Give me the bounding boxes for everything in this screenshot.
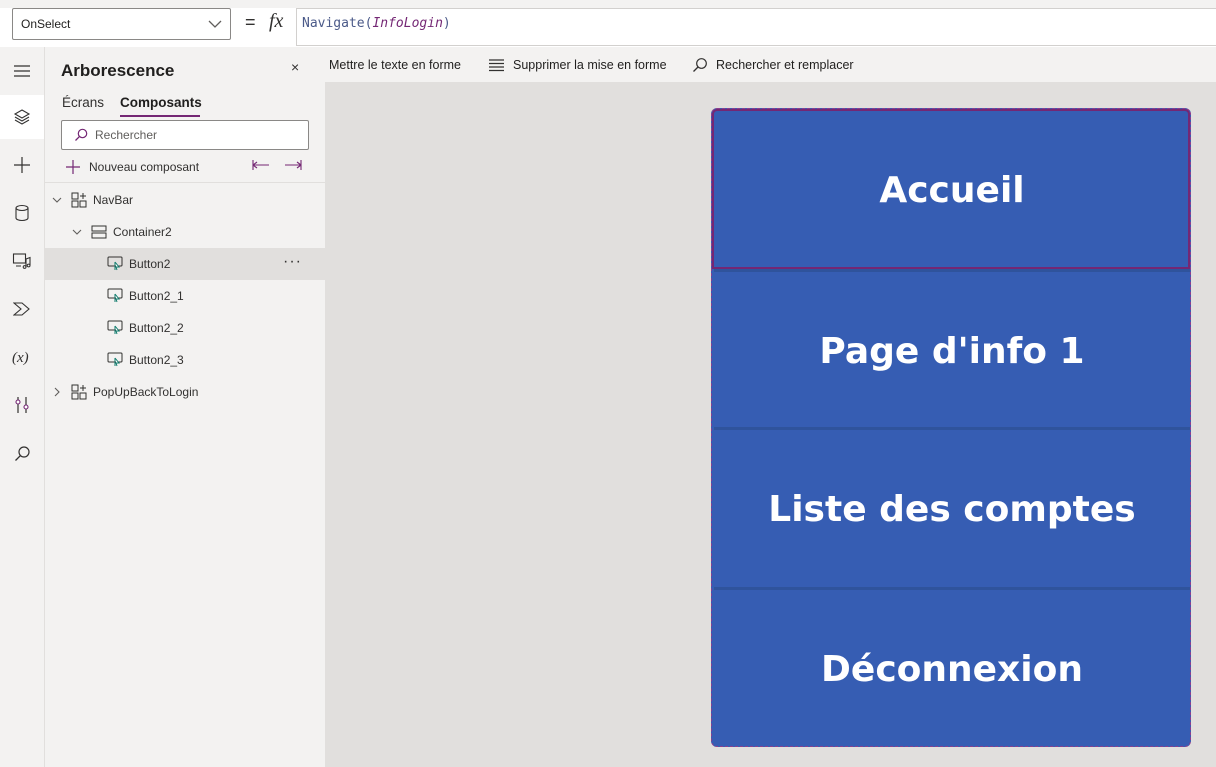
search-icon xyxy=(693,58,707,72)
power-automate-button[interactable] xyxy=(0,287,44,331)
button-icon xyxy=(107,352,123,367)
component-icon xyxy=(71,384,87,400)
tree-view-button[interactable] xyxy=(0,95,44,139)
tree-item-label: PopUpBackToLogin xyxy=(93,385,199,399)
insert-icon xyxy=(14,157,30,173)
format-text-button[interactable]: Mettre le texte en forme xyxy=(304,47,461,83)
svg-text:(x): (x) xyxy=(12,350,29,366)
tree-item-label: Container2 xyxy=(113,225,172,239)
tree-view-icon xyxy=(13,109,31,125)
chevron-down-icon xyxy=(52,197,62,203)
new-component-button[interactable]: Nouveau composant xyxy=(65,157,199,177)
tree-item-label: Button2_2 xyxy=(129,321,184,335)
search-placeholder: Rechercher xyxy=(95,128,158,142)
menu-button[interactable] xyxy=(0,49,44,93)
add-icon xyxy=(66,160,80,174)
menu-icon xyxy=(14,65,30,77)
button-icon xyxy=(107,256,123,271)
container-icon xyxy=(91,225,107,239)
tree-item-button2[interactable]: Button2 ··· xyxy=(45,248,325,280)
tab-components[interactable]: Composants xyxy=(120,95,202,110)
property-dropdown[interactable]: OnSelect xyxy=(12,8,231,40)
expand-right-icon[interactable] xyxy=(284,159,302,171)
more-options-button[interactable]: ··· xyxy=(283,248,302,280)
left-rail: (x) xyxy=(0,47,45,767)
tree-item-button2-3[interactable]: Button2_3 xyxy=(45,344,325,376)
tree-item-label: Button2_3 xyxy=(129,353,184,367)
tree-item-label: Button2 xyxy=(129,257,171,271)
formula-function: Navigate( xyxy=(302,16,373,31)
top-strip xyxy=(0,0,1216,8)
variables-icon: (x) xyxy=(12,350,29,366)
tree-item-container2[interactable]: Container2 xyxy=(45,216,325,248)
active-tab-indicator xyxy=(120,115,200,117)
chevron-right-icon xyxy=(54,387,60,397)
navbar-component[interactable]: Accueil Page d'info 1 Liste des comptes … xyxy=(711,108,1191,747)
media-icon xyxy=(12,253,31,269)
tree-item-popupbacktologin[interactable]: PopUpBackToLogin xyxy=(45,376,325,408)
tools-button[interactable] xyxy=(0,383,44,427)
format-text-label: Mettre le texte en forme xyxy=(329,58,462,72)
search-icon xyxy=(75,128,88,141)
collapse-left-icon[interactable] xyxy=(252,159,270,171)
tools-icon xyxy=(15,397,29,413)
property-dropdown-value: OnSelect xyxy=(21,17,71,31)
remove-format-button[interactable]: Supprimer la mise en forme xyxy=(488,47,667,83)
chevron-down-icon xyxy=(208,20,222,28)
accounts-list-button[interactable]: Liste des comptes xyxy=(714,430,1190,588)
panel-title: Arborescence xyxy=(61,61,175,80)
divider xyxy=(45,182,325,183)
formula-close: ) xyxy=(442,16,451,31)
search-input[interactable]: Rechercher xyxy=(61,120,309,150)
formula-argument: InfoLogin xyxy=(372,16,443,31)
find-replace-button[interactable]: Rechercher et remplacer xyxy=(692,47,854,83)
remove-format-label: Supprimer la mise en forme xyxy=(513,58,667,72)
formula-input[interactable]: Navigate(InfoLogin) xyxy=(296,8,1216,46)
design-canvas: Accueil Page d'info 1 Liste des comptes … xyxy=(325,83,1216,767)
variables-button[interactable]: (x) xyxy=(0,335,44,379)
button-icon xyxy=(107,288,123,303)
search-button[interactable] xyxy=(0,431,44,475)
button-icon xyxy=(107,320,123,335)
tree-item-button2-1[interactable]: Button2_1 xyxy=(45,280,325,312)
data-icon xyxy=(15,204,29,222)
accueil-button[interactable]: Accueil xyxy=(714,111,1190,269)
new-component-label: Nouveau composant xyxy=(89,160,200,174)
component-icon xyxy=(71,192,87,208)
tab-screens[interactable]: Écrans xyxy=(62,95,104,110)
search-icon xyxy=(14,445,30,461)
tree-item-button2-2[interactable]: Button2_2 xyxy=(45,312,325,344)
tree-item-navbar[interactable]: NavBar xyxy=(45,184,325,216)
formula-toolbar: Mettre le texte en forme Supprimer la mi… xyxy=(296,47,1216,83)
media-button[interactable] xyxy=(0,239,44,283)
equals-sign: = xyxy=(245,12,256,32)
data-button[interactable] xyxy=(0,191,44,235)
info-page-button[interactable]: Page d'info 1 xyxy=(714,272,1190,430)
chevron-down-icon xyxy=(72,229,82,235)
close-panel-button[interactable]: × xyxy=(291,59,299,75)
tree-view-panel: Arborescence × Écrans Composants Recherc… xyxy=(45,47,325,767)
logout-button[interactable]: Déconnexion xyxy=(714,590,1190,748)
remove-format-icon xyxy=(489,59,504,72)
power-automate-icon xyxy=(13,302,30,316)
find-replace-label: Rechercher et remplacer xyxy=(716,58,854,72)
fx-icon: fx xyxy=(269,10,284,32)
tree-item-label: NavBar xyxy=(93,193,134,207)
insert-button[interactable] xyxy=(0,143,44,187)
tree-item-label: Button2_1 xyxy=(129,289,184,303)
